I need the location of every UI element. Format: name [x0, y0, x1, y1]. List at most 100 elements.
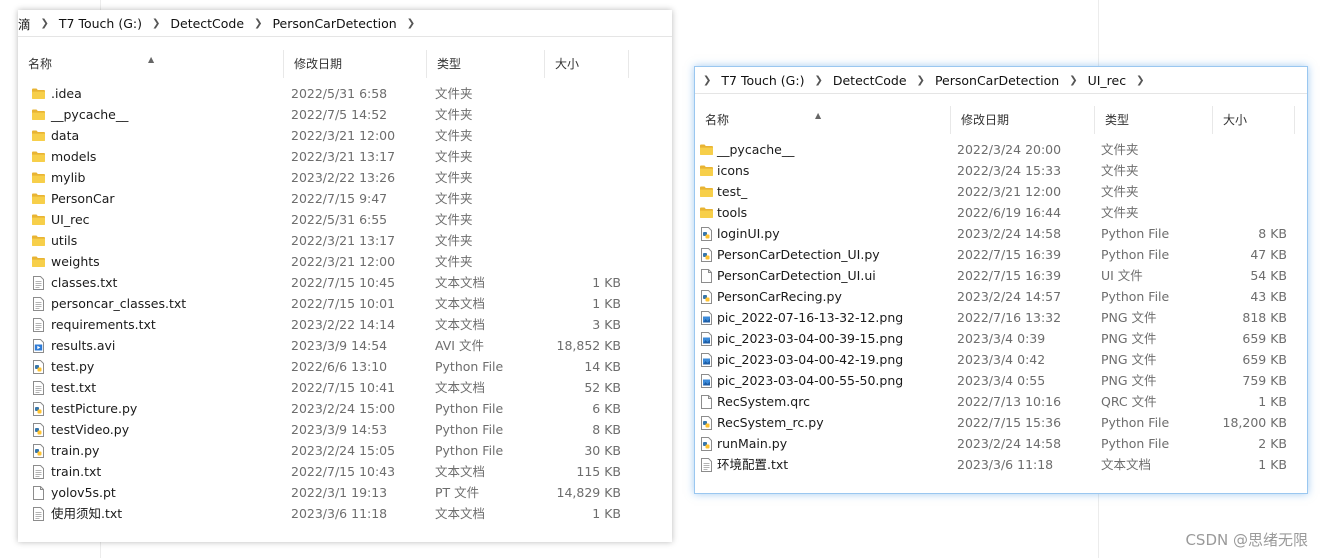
file-name: requirements.txt: [51, 317, 156, 332]
file-row[interactable]: pic_2022-07-16-13-32-12.png 2022/7/16 13:…: [695, 307, 1307, 328]
file-type: 文件夹: [435, 128, 473, 143]
column-header-size[interactable]: 大小: [545, 50, 629, 78]
python-file-icon: [699, 433, 713, 454]
breadcrumb-item[interactable]: UI_rec: [1084, 73, 1131, 88]
file-type: 文件夹: [1101, 205, 1139, 220]
breadcrumb-item[interactable]: T7 Touch (G:): [717, 73, 808, 88]
column-header-label: 大小: [555, 57, 580, 71]
file-row[interactable]: pic_2023-03-04-00-42-19.png 2023/3/4 0:42…: [695, 349, 1307, 370]
file-row[interactable]: .idea 2022/5/31 6:58 文件夹: [18, 83, 672, 104]
file-name: pic_2023-03-04-00-39-15.png: [717, 331, 904, 346]
file-row[interactable]: 环境配置.txt 2023/3/6 11:18 文本文档 1 KB: [695, 454, 1307, 475]
file-modified-date: 2023/3/4 0:39: [957, 331, 1046, 346]
sort-ascending-icon: ▲: [815, 111, 822, 120]
breadcrumb-item[interactable]: T7 Touch (G:): [55, 16, 146, 31]
file-row[interactable]: pic_2023-03-04-00-39-15.png 2023/3/4 0:39…: [695, 328, 1307, 349]
file-row[interactable]: __pycache__ 2022/3/24 20:00 文件夹: [695, 139, 1307, 160]
file-row[interactable]: utils 2022/3/21 13:17 文件夹: [18, 230, 672, 251]
file-row[interactable]: yolov5s.pt 2022/3/1 19:13 PT 文件 14,829 KB: [18, 482, 672, 503]
file-modified-date: 2022/7/15 10:43: [291, 464, 396, 479]
file-type: 文本文档: [435, 317, 486, 332]
file-modified-date: 2022/7/15 15:36: [957, 415, 1062, 430]
column-header-type[interactable]: 类型: [427, 50, 545, 78]
file-row[interactable]: test_ 2022/3/21 12:00 文件夹: [695, 181, 1307, 202]
breadcrumb-item[interactable]: DetectCode: [829, 73, 911, 88]
file-row[interactable]: 使用须知.txt 2023/3/6 11:18 文本文档 1 KB: [18, 503, 672, 524]
column-header-date[interactable]: 修改日期: [284, 50, 427, 78]
chevron-right-icon: ❯: [1069, 74, 1078, 86]
file-row[interactable]: UI_rec 2022/5/31 6:55 文件夹: [18, 209, 672, 230]
file-row[interactable]: train.py 2023/2/24 15:05 Python File 30 KB: [18, 440, 672, 461]
file-type: 文件夹: [1101, 163, 1139, 178]
column-header-size[interactable]: 大小: [1213, 106, 1295, 134]
file-size: 1 KB: [592, 275, 621, 290]
file-row[interactable]: RecSystem_rc.py 2022/7/15 15:36 Python Fil…: [695, 412, 1307, 433]
file-row[interactable]: PersonCarDetection_UI.py 2022/7/15 16:39 P…: [695, 244, 1307, 265]
column-header-name[interactable]: ▲ 名称: [18, 50, 284, 78]
file-row[interactable]: RecSystem.qrc 2022/7/13 10:16 QRC 文件 1 KB: [695, 391, 1307, 412]
file-modified-date: 2022/7/15 10:41: [291, 380, 396, 395]
file-row[interactable]: test.py 2022/6/6 13:10 Python File 14 KB: [18, 356, 672, 377]
address-bar[interactable]: ❯ T7 Touch (G:) ❯ DetectCode ❯ PersonCar…: [695, 67, 1307, 94]
file-type: 文件夹: [435, 254, 473, 269]
file-row[interactable]: test.txt 2022/7/15 10:41 文本文档 52 KB: [18, 377, 672, 398]
file-name: models: [51, 149, 97, 164]
file-row[interactable]: testPicture.py 2023/2/24 15:00 Python File…: [18, 398, 672, 419]
column-header-date[interactable]: 修改日期: [951, 106, 1095, 134]
file-row[interactable]: models 2022/3/21 13:17 文件夹: [18, 146, 672, 167]
file-row[interactable]: weights 2022/3/21 12:00 文件夹: [18, 251, 672, 272]
file-row[interactable]: icons 2022/3/24 15:33 文件夹: [695, 160, 1307, 181]
file-type: QRC 文件: [1101, 394, 1157, 409]
file-size: 47 KB: [1250, 247, 1287, 262]
folder-icon: [699, 139, 713, 160]
file-size: 52 KB: [584, 380, 621, 395]
file-row[interactable]: requirements.txt 2023/2/22 14:14 文本文档 3 KB: [18, 314, 672, 335]
breadcrumb-item[interactable]: DetectCode: [166, 16, 248, 31]
explorer-window-person-car-detection: 滴 ❯ T7 Touch (G:) ❯ DetectCode ❯ PersonC…: [18, 10, 672, 542]
file-size: 1 KB: [1258, 394, 1287, 409]
file-row[interactable]: results.avi 2023/3/9 14:54 AVI 文件 18,852 KB: [18, 335, 672, 356]
file-type: Python File: [435, 443, 504, 458]
file-row[interactable]: testVideo.py 2023/3/9 14:53 Python File 8 K…: [18, 419, 672, 440]
file-row[interactable]: PersonCarRecing.py 2023/2/24 14:57 Python …: [695, 286, 1307, 307]
address-bar[interactable]: 滴 ❯ T7 Touch (G:) ❯ DetectCode ❯ PersonC…: [18, 10, 672, 37]
file-modified-date: 2022/7/15 10:01: [291, 296, 396, 311]
file-type: Python File: [1101, 289, 1170, 304]
file-type: 文件夹: [1101, 142, 1139, 157]
file-row[interactable]: pic_2023-03-04-00-55-50.png 2023/3/4 0:55…: [695, 370, 1307, 391]
file-row[interactable]: loginUI.py 2023/2/24 14:58 Python File 8 KB: [695, 223, 1307, 244]
file-row[interactable]: PersonCar 2022/7/15 9:47 文件夹: [18, 188, 672, 209]
file-modified-date: 2022/7/5 14:52: [291, 107, 388, 122]
file-modified-date: 2023/2/24 14:57: [957, 289, 1062, 304]
chevron-right-icon[interactable]: ❯: [401, 18, 421, 29]
folder-icon: [31, 125, 45, 146]
chevron-right-icon[interactable]: ❯: [1130, 75, 1150, 86]
file-row[interactable]: classes.txt 2022/7/15 10:45 文本文档 1 KB: [18, 272, 672, 293]
file-size: 2 KB: [1258, 436, 1287, 451]
folder-icon: [31, 146, 45, 167]
file-modified-date: 2022/3/21 12:00: [291, 254, 396, 269]
file-size: 818 KB: [1242, 310, 1287, 325]
column-header-row: ▲ 名称 修改日期 类型 大小: [18, 50, 672, 78]
breadcrumb-item[interactable]: PersonCarDetection: [268, 16, 400, 31]
file-row[interactable]: tools 2022/6/19 16:44 文件夹: [695, 202, 1307, 223]
file-row[interactable]: train.txt 2022/7/15 10:43 文本文档 115 KB: [18, 461, 672, 482]
file-type: PNG 文件: [1101, 373, 1157, 388]
file-row[interactable]: personcar_classes.txt 2022/7/15 10:01 文本文档…: [18, 293, 672, 314]
file-row[interactable]: PersonCarDetection_UI.ui 2022/7/15 16:39 U…: [695, 265, 1307, 286]
breadcrumb-item[interactable]: PersonCarDetection: [931, 73, 1063, 88]
file-row[interactable]: mylib 2023/2/22 13:26 文件夹: [18, 167, 672, 188]
column-header-name[interactable]: ▲ 名称: [695, 106, 951, 134]
folder-icon: [31, 251, 45, 272]
file-name: UI_rec: [51, 212, 90, 227]
file-modified-date: 2022/3/21 13:17: [291, 233, 396, 248]
file-type: PT 文件: [435, 485, 480, 500]
blank-file-icon: [31, 482, 45, 503]
python-file-icon: [699, 244, 713, 265]
file-size: 8 KB: [592, 422, 621, 437]
column-header-type[interactable]: 类型: [1095, 106, 1213, 134]
file-row[interactable]: __pycache__ 2022/7/5 14:52 文件夹: [18, 104, 672, 125]
file-row[interactable]: runMain.py 2023/2/24 14:58 Python File 2 KB: [695, 433, 1307, 454]
file-row[interactable]: data 2022/3/21 12:00 文件夹: [18, 125, 672, 146]
file-modified-date: 2022/7/15 10:45: [291, 275, 396, 290]
